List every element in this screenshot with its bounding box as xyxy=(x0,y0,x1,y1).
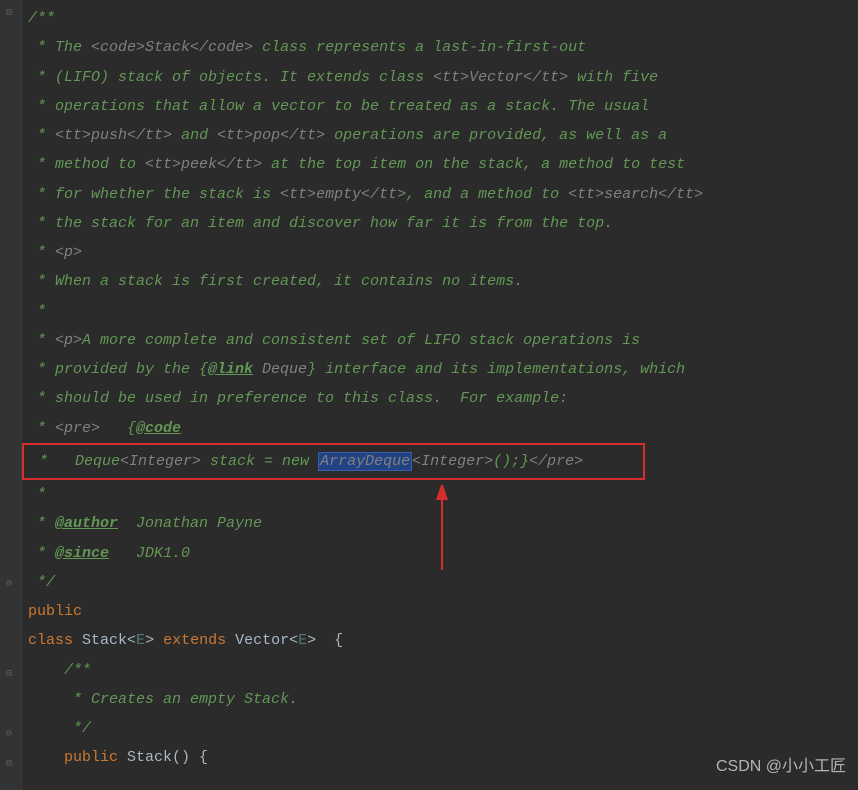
html-tag: </tt> xyxy=(280,127,325,144)
html-tag: </tt> xyxy=(658,186,703,203)
doc-tag-link: @link xyxy=(208,361,253,378)
constructor-name: Stack xyxy=(127,749,172,766)
author-name: Jonathan Payne xyxy=(118,515,262,532)
keyword-public: public xyxy=(28,749,127,766)
javadoc-text: , and a method to xyxy=(406,186,568,203)
javadoc-text: * (LIFO) stack of objects. It extends cl… xyxy=(28,69,433,86)
javadoc-text: * the stack for an item and discover how… xyxy=(28,215,613,232)
javadoc-text: operations are provided, as well as a xyxy=(325,127,667,144)
javadoc-text: { xyxy=(100,420,136,437)
bracket: < xyxy=(127,632,136,649)
javadoc-open: /** xyxy=(28,662,91,679)
html-tag: </pre> xyxy=(529,453,583,470)
code-ref: Vector xyxy=(469,69,523,86)
code-ref: peek xyxy=(181,156,217,173)
javadoc-text: * xyxy=(28,127,55,144)
html-tag: <tt> xyxy=(217,127,253,144)
javadoc-text: } interface and its implementations, whi… xyxy=(307,361,685,378)
javadoc-text: at the top item on the stack, a method t… xyxy=(262,156,685,173)
html-tag: <code> xyxy=(91,39,145,56)
html-tag: </tt> xyxy=(523,69,568,86)
fold-icon[interactable]: ⊟ xyxy=(6,755,12,775)
code-ref: <Integer> xyxy=(120,453,201,470)
javadoc-text: * provided by the { xyxy=(28,361,208,378)
html-tag: <p> xyxy=(55,244,82,261)
keyword-extends: extends xyxy=(163,632,235,649)
type-param: E xyxy=(136,632,145,649)
html-tag: <tt> xyxy=(145,156,181,173)
javadoc-text: * operations that allow a vector to be t… xyxy=(28,98,649,115)
html-tag: </code> xyxy=(190,39,253,56)
class-name: Stack xyxy=(82,632,127,649)
javadoc-text: * The xyxy=(28,39,91,56)
editor-gutter: ⊟ ⊖ ⊟ ⊖ ⊟ xyxy=(0,0,22,790)
javadoc-text: * xyxy=(28,244,55,261)
parens: () { xyxy=(172,749,208,766)
highlight-box: * Deque<Integer> stack = new ArrayDeque<… xyxy=(22,443,645,480)
html-tag: <tt> xyxy=(433,69,469,86)
type-param: E xyxy=(298,632,307,649)
fold-icon[interactable]: ⊖ xyxy=(6,725,12,745)
javadoc-text: * xyxy=(28,303,46,320)
javadoc-text: with five xyxy=(568,69,658,86)
html-tag: </tt> xyxy=(361,186,406,203)
javadoc-text: class represents a last-in-first-out xyxy=(253,39,586,56)
keyword-class: class xyxy=(28,632,82,649)
code-ref: empty xyxy=(316,186,361,203)
html-tag: </tt> xyxy=(217,156,262,173)
fold-icon[interactable]: ⊟ xyxy=(6,4,12,24)
javadoc-text: ();} xyxy=(493,453,529,470)
code-ref: Deque xyxy=(253,361,307,378)
javadoc-text: * xyxy=(28,545,55,562)
javadoc-open: /** xyxy=(28,10,55,27)
keyword-public: public xyxy=(28,603,82,620)
javadoc-text: * xyxy=(28,486,46,503)
javadoc-text: * xyxy=(28,332,55,349)
javadoc-close: */ xyxy=(28,720,91,737)
bracket: > xyxy=(307,632,325,649)
html-tag: <tt> xyxy=(55,127,91,144)
code-ref: push xyxy=(91,127,127,144)
code-ref: pop xyxy=(253,127,280,144)
code-ref: <Integer> xyxy=(412,453,493,470)
javadoc-text: * xyxy=(28,420,55,437)
class-name: Vector xyxy=(235,632,289,649)
javadoc-text: * Creates an empty Stack. xyxy=(28,691,298,708)
code-ref: search xyxy=(604,186,658,203)
html-tag: <p> xyxy=(55,332,82,349)
bracket: > xyxy=(145,632,163,649)
html-tag: </tt> xyxy=(127,127,172,144)
doc-tag-since: @since xyxy=(55,545,109,562)
javadoc-text: stack = new xyxy=(201,453,318,470)
code-editor[interactable]: /** * The <code>Stack</code> class repre… xyxy=(0,0,858,773)
selected-text: ArrayDeque xyxy=(318,452,412,471)
javadoc-text: * for whether the stack is xyxy=(28,186,280,203)
doc-tag-author: @author xyxy=(55,515,118,532)
javadoc-text: * xyxy=(28,515,55,532)
since-version: JDK1.0 xyxy=(109,545,190,562)
watermark: CSDN @小小工匠 xyxy=(716,751,846,782)
fold-icon[interactable]: ⊟ xyxy=(6,665,12,685)
doc-tag-code: @code xyxy=(136,420,181,437)
bracket: < xyxy=(289,632,298,649)
fold-icon[interactable]: ⊖ xyxy=(6,575,12,595)
html-tag: <pre> xyxy=(55,420,100,437)
javadoc-text: A more complete and consistent set of LI… xyxy=(82,332,640,349)
html-tag: <tt> xyxy=(568,186,604,203)
javadoc-text: * When a stack is first created, it cont… xyxy=(28,273,523,290)
javadoc-text: * should be used in preference to this c… xyxy=(28,390,568,407)
html-tag: <tt> xyxy=(280,186,316,203)
code-ref: Stack xyxy=(145,39,190,56)
javadoc-close: */ xyxy=(28,574,55,591)
javadoc-text: * Deque xyxy=(30,453,120,470)
javadoc-text: * method to xyxy=(28,156,145,173)
javadoc-text: and xyxy=(172,127,217,144)
bracket: { xyxy=(325,632,343,649)
